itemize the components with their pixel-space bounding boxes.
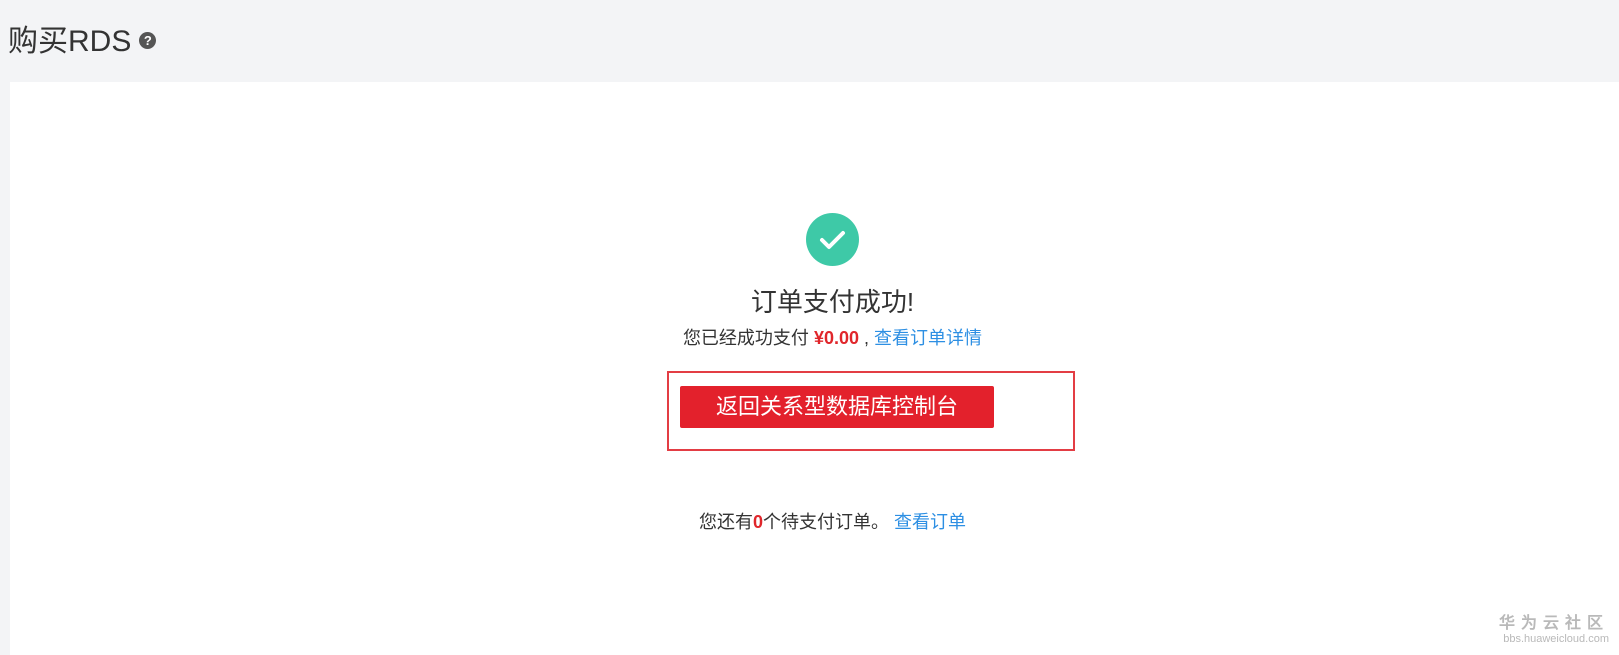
pending-prefix: 您还有 xyxy=(698,512,753,532)
watermark-sub: bbs.huaweicloud.com xyxy=(1503,633,1609,645)
pending-suffix: 个待支付订单。 xyxy=(763,512,889,532)
watermark-main: 华为云社区 xyxy=(1498,615,1609,632)
payment-success-title: 订单支付成功! xyxy=(750,287,915,317)
page-title: 购买RDS xyxy=(8,25,132,58)
pending-order-count: 0 xyxy=(752,512,763,532)
paid-separator: , xyxy=(864,328,870,348)
pending-orders-line: 您还有0个待支付订单。 查看订单 xyxy=(0,508,1619,534)
content-panel xyxy=(10,82,1619,655)
question-circle-icon[interactable]: ? xyxy=(139,31,157,49)
paid-amount-line: 您已经成功支付 ¥0.00 , 查看订单详情 xyxy=(0,324,1619,350)
return-to-rds-console-button[interactable]: 返回关系型数据库控制台 xyxy=(680,386,994,428)
view-order-detail-link[interactable]: 查看订单详情 xyxy=(874,328,982,348)
watermark: 华为云社区 bbs.huaweicloud.com xyxy=(1499,609,1609,645)
check-circle-icon xyxy=(806,213,859,266)
view-orders-link[interactable]: 查看订单 xyxy=(894,512,966,532)
paid-amount: ¥0.00 xyxy=(813,328,859,348)
page-header: 购买RDS ? xyxy=(8,16,157,60)
paid-prefix: 您已经成功支付 xyxy=(682,328,809,348)
